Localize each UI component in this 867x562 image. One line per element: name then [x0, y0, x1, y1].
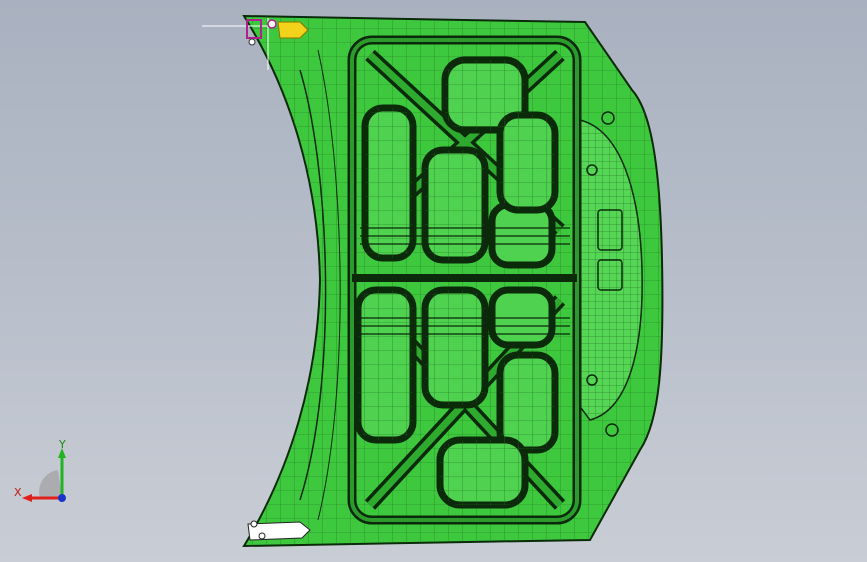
y-axis-label: Y — [58, 440, 66, 451]
orientation-triad: Y X — [14, 440, 66, 502]
hinge-bottom — [247, 520, 311, 541]
hood-model[interactable] — [0, 0, 867, 562]
graphics-viewport[interactable]: Y X — [0, 0, 867, 562]
z-axis-dot — [58, 494, 66, 502]
x-axis-arrow — [22, 494, 32, 502]
x-axis-label: X — [14, 486, 22, 499]
